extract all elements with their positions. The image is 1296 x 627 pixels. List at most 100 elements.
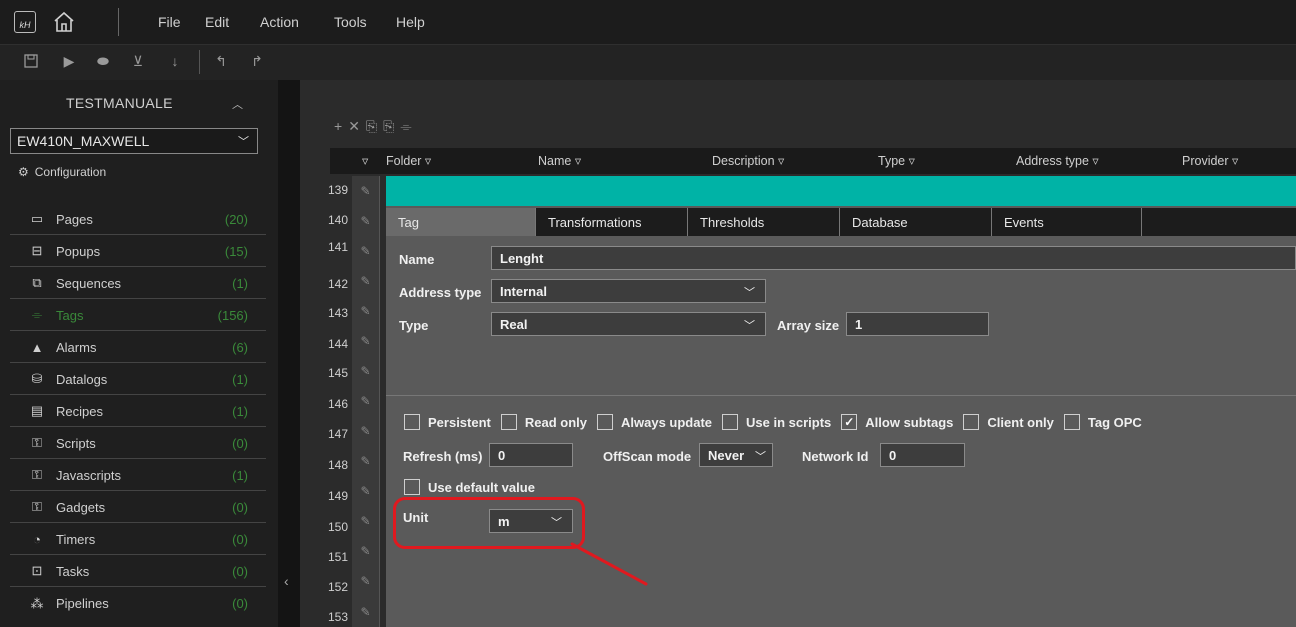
address-type-select[interactable]: Internal ﹀ <box>491 279 766 303</box>
pencil-icon[interactable]: ✎ <box>352 326 380 356</box>
tab-tag[interactable]: Tag <box>386 208 536 236</box>
sidebar-item-label: Sequences <box>56 275 122 291</box>
grid-column-header <box>330 148 1296 174</box>
home-icon[interactable] <box>52 10 76 34</box>
refresh-label: Refresh (ms) <box>403 449 483 464</box>
delete-icon[interactable]: ✕ <box>348 118 366 134</box>
pencil-icon[interactable]: ✎ <box>352 386 380 416</box>
filter-icon[interactable]: ▿ <box>362 153 368 168</box>
sidebar-item-timers[interactable]: ◔ Timers (0) <box>10 524 266 555</box>
save-icon[interactable] <box>22 52 40 70</box>
configuration-link[interactable]: ⚙ Configuration <box>18 165 106 179</box>
network-id-input[interactable]: 0 <box>880 443 965 467</box>
checkbox-box <box>963 414 980 430</box>
tab-thresholds[interactable]: Thresholds <box>688 208 840 236</box>
check-icon: ✓ <box>841 414 858 430</box>
menu-edit[interactable]: Edit <box>205 14 229 30</box>
column-type[interactable]: Type ▿ <box>878 153 915 168</box>
sidebar-item-count: (156) <box>217 307 248 323</box>
menu-action[interactable]: Action <box>260 14 299 30</box>
sidebar-item-pages[interactable]: ▭ Pages (20) <box>10 204 266 235</box>
column-address-type[interactable]: Address type ▿ <box>1016 153 1099 168</box>
network-id-value: 0 <box>889 447 897 463</box>
download-box-icon[interactable]: ⊻ <box>129 52 147 70</box>
play-icon[interactable]: ▶ <box>60 52 78 70</box>
pencil-icon[interactable]: ✎ <box>352 416 380 446</box>
pencil-icon[interactable]: ✎ <box>352 296 380 326</box>
sidebar-item-label: Tags <box>56 307 84 323</box>
add-icon[interactable]: + <box>334 118 348 134</box>
sidebar-item-pipelines[interactable]: ⁂ Pipelines (0) <box>10 588 266 619</box>
pencil-icon[interactable]: ✎ <box>352 206 380 236</box>
project-title[interactable]: TESTMANUALE <box>66 95 173 111</box>
column-name[interactable]: Name ▿ <box>538 153 581 168</box>
sidebar-collapse-strip[interactable] <box>278 80 300 627</box>
tag-icon[interactable]: ⌯ <box>400 118 417 134</box>
client-only-checkbox[interactable]: Client only <box>963 414 1054 430</box>
use-default-value-checkbox[interactable]: Use default value <box>404 479 535 495</box>
allow-subtags-checkbox[interactable]: ✓ Allow subtags <box>841 414 953 430</box>
arrow-down-icon[interactable]: ↓ <box>166 52 184 70</box>
selected-row[interactable] <box>386 176 1296 206</box>
pencil-icon[interactable]: ✎ <box>352 566 380 596</box>
undo-icon[interactable]: ↰ <box>212 52 230 70</box>
sidebar-item-scripts[interactable]: ⚿ Scripts (0) <box>10 428 266 459</box>
sidebar-item-datalogs[interactable]: ⛁ Datalogs (1) <box>10 364 266 395</box>
checkbox-label: Use default value <box>428 479 535 495</box>
always-update-checkbox[interactable]: Always update <box>597 414 712 430</box>
name-input[interactable]: Lenght <box>491 246 1296 270</box>
offscan-value: Never <box>708 447 745 463</box>
column-description[interactable]: Description ▿ <box>712 153 784 168</box>
app-logo[interactable]: kH <box>14 11 36 33</box>
offscan-select[interactable]: Never ﹀ <box>699 443 773 467</box>
pencil-icon[interactable]: ✎ <box>352 176 380 206</box>
sidebar-item-sequences[interactable]: ⧉ Sequences (1) <box>10 268 266 299</box>
sidebar-item-label: Alarms <box>56 339 97 355</box>
pencil-icon[interactable]: ✎ <box>352 596 380 627</box>
tab-transformations[interactable]: Transformations <box>536 208 688 236</box>
sidebar-item-tasks[interactable]: ⊡ Tasks (0) <box>10 556 266 587</box>
menu-tools[interactable]: Tools <box>334 14 367 30</box>
array-size-input[interactable]: 1 <box>846 312 989 336</box>
sidebar-item-popups[interactable]: ⊟ Popups (15) <box>10 236 266 267</box>
menu-help[interactable]: Help <box>396 14 425 30</box>
chevron-up-icon[interactable]: ︿ <box>232 96 243 112</box>
debug-icon[interactable]: ⬬ <box>94 52 112 70</box>
pencil-icon[interactable]: ✎ <box>352 476 380 506</box>
pencil-icon[interactable]: ✎ <box>352 356 380 386</box>
column-folder[interactable]: Folder ▿ <box>386 153 431 168</box>
device-select[interactable]: EW410N_MAXWELL ﹀ <box>10 128 258 154</box>
export-icon[interactable]: ⎘ <box>383 118 400 134</box>
sidebar-item-count: (1) <box>232 467 248 483</box>
sequences-icon: ⧉ <box>32 275 42 290</box>
read-only-checkbox[interactable]: Read only <box>500 414 587 430</box>
sidebar-item-recipes[interactable]: ▤ Recipes (1) <box>10 396 266 427</box>
tab-events[interactable]: Events <box>992 208 1142 236</box>
sidebar-item-alarms[interactable]: ▲ Alarms (6) <box>10 332 266 363</box>
import-icon[interactable]: ⎘ <box>366 118 383 134</box>
column-provider[interactable]: Provider ▿ <box>1182 153 1238 168</box>
annotation-arrow <box>570 542 648 586</box>
redo-icon[interactable]: ↱ <box>248 52 266 70</box>
sidebar-item-javascripts[interactable]: ⚿ Javascripts (1) <box>10 460 266 491</box>
pencil-icon[interactable]: ✎ <box>352 236 380 266</box>
type-select[interactable]: Real ﹀ <box>491 312 766 336</box>
menubar <box>0 0 1296 44</box>
persistent-checkbox[interactable]: Persistent <box>404 414 491 430</box>
sidebar-item-tags[interactable]: ⌯ Tags (156) <box>10 300 266 331</box>
row-number: 147 <box>328 427 349 441</box>
pencil-icon[interactable]: ✎ <box>352 506 380 536</box>
pencil-icon[interactable]: ✎ <box>352 536 380 566</box>
chevron-left-icon[interactable]: ‹ <box>284 573 289 589</box>
sidebar-item-gadgets[interactable]: ⚿ Gadgets (0) <box>10 492 266 523</box>
pencil-icon[interactable]: ✎ <box>352 266 380 296</box>
tag-opc-checkbox[interactable]: Tag OPC <box>1063 414 1142 430</box>
use-in-scripts-checkbox[interactable]: Use in scripts <box>722 414 831 430</box>
pencil-icon[interactable]: ✎ <box>352 446 380 476</box>
refresh-value: 0 <box>498 447 506 463</box>
menu-file[interactable]: File <box>158 14 181 30</box>
app-window: kH File Edit Action Tools Help ▶ ⬬ ⊻ ↓ ↰… <box>0 0 1296 627</box>
checkbox-label: Use in scripts <box>746 414 832 430</box>
tab-database[interactable]: Database <box>840 208 992 236</box>
refresh-input[interactable]: 0 <box>489 443 573 467</box>
